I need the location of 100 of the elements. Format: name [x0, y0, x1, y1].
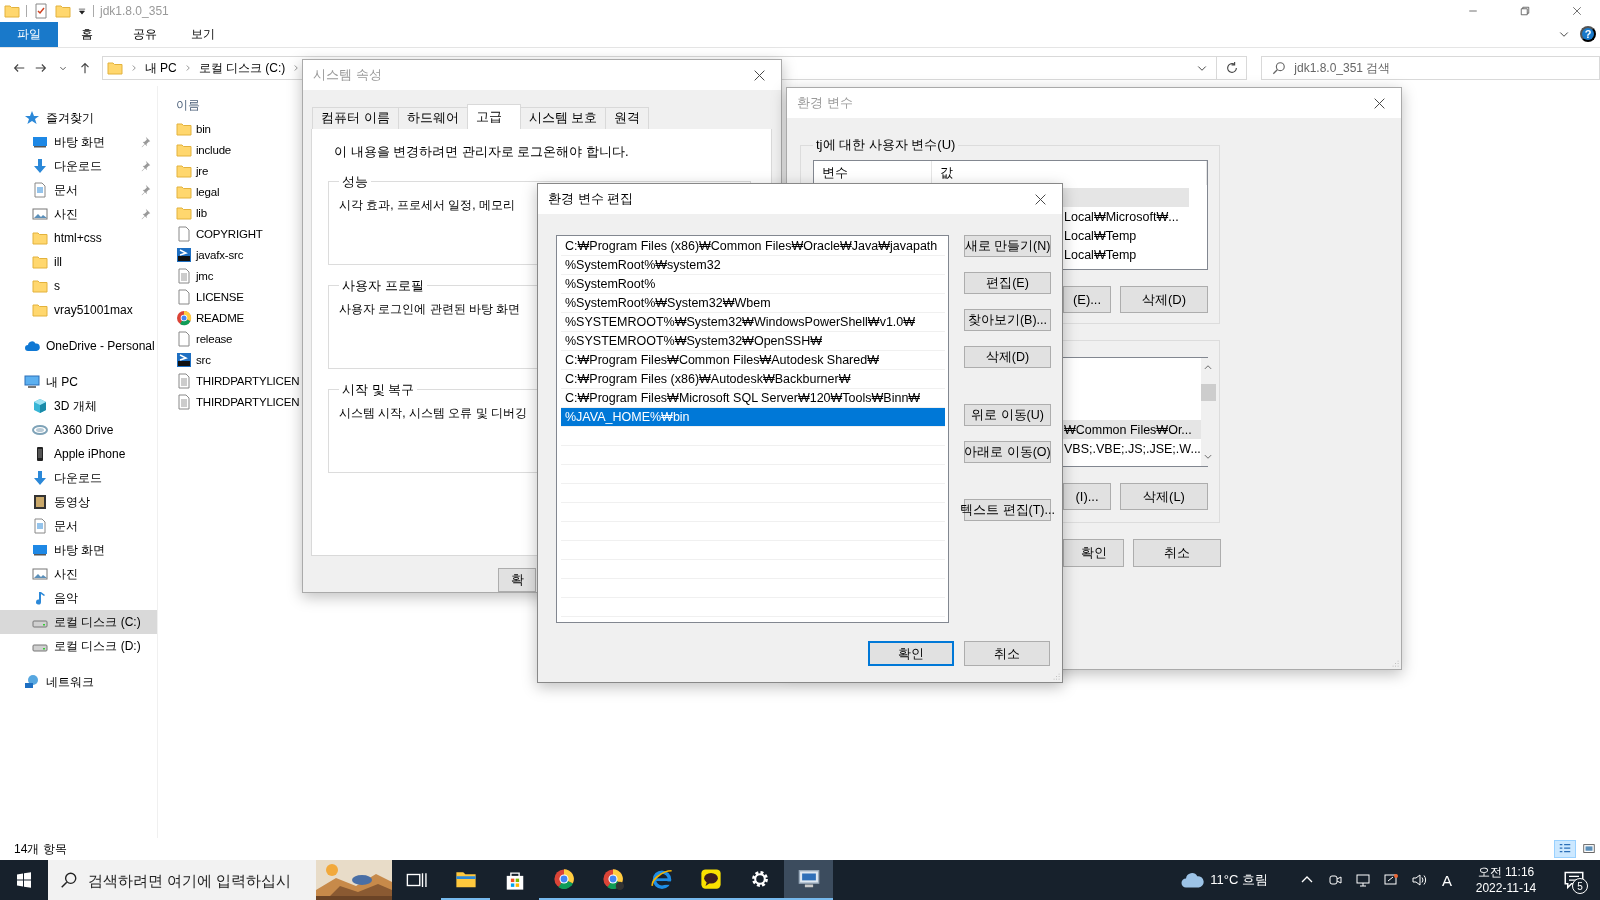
- file-name[interactable]: bin: [196, 122, 211, 135]
- close-icon: [752, 68, 766, 82]
- ribbon-tab[interactable]: 파일: [0, 22, 58, 47]
- nav-item[interactable]: 사진: [0, 562, 157, 586]
- dialog-button[interactable]: 아래로 이동(O): [964, 441, 1051, 463]
- file-name[interactable]: jre: [196, 164, 209, 177]
- search-input[interactable]: 검색하려면 여기에 입력하십시: [78, 870, 316, 890]
- help-button[interactable]: ?: [1580, 26, 1596, 42]
- refresh-button[interactable]: [1217, 56, 1248, 80]
- tab[interactable]: 고급: [466, 103, 521, 129]
- file-name[interactable]: COPYRIGHT: [196, 227, 263, 240]
- nav-item[interactable]: 문서: [0, 178, 157, 202]
- close-icon: [1571, 5, 1583, 17]
- nav-item[interactable]: 사진: [0, 202, 157, 226]
- nav-item[interactable]: 문서: [0, 514, 157, 538]
- list-item[interactable]: %SystemRoot%₩system32: [561, 256, 945, 275]
- notification-button[interactable]: 5: [1554, 860, 1594, 900]
- dialog-button[interactable]: 새로 만들기(N): [964, 235, 1051, 257]
- picture-icon: [32, 206, 48, 222]
- dialog-button[interactable]: 취소: [1133, 539, 1221, 567]
- file-name[interactable]: THIRDPARTYLICEN: [196, 395, 300, 408]
- list-item[interactable]: %SystemRoot%₩System32₩Wbem: [561, 294, 945, 313]
- list-item[interactable]: C:₩Program Files (x86)₩Common Files₩Oracle₩Java₩javapath: [561, 237, 945, 256]
- dialog-button[interactable]: 삭제(D): [1120, 286, 1208, 313]
- nav-item[interactable]: 다운로드: [0, 466, 157, 490]
- nav-item[interactable]: Apple iPhone: [0, 442, 157, 466]
- list-item[interactable]: %SystemRoot%: [561, 275, 945, 294]
- nav-item[interactable]: 즐겨찾기: [0, 106, 157, 130]
- refresh-icon: [1224, 61, 1239, 75]
- file-name[interactable]: lib: [196, 206, 207, 219]
- nav-item[interactable]: 로컬 디스크 (D:): [0, 634, 157, 658]
- nav-item[interactable]: A360 Drive: [0, 418, 157, 442]
- dialog-button[interactable]: (E)...: [1063, 286, 1111, 313]
- nav-item[interactable]: html+css: [0, 226, 157, 250]
- scrollbar-thumb[interactable]: [1200, 383, 1216, 401]
- group-label: tj에 대한 사용자 변수(U): [815, 136, 957, 154]
- nav-item[interactable]: 로컬 디스크 (C:): [0, 610, 157, 634]
- dropdown-icon: [77, 6, 87, 16]
- dialog-button[interactable]: 취소: [964, 641, 1050, 666]
- file-name[interactable]: THIRDPARTYLICEN: [196, 374, 300, 387]
- list-item[interactable]: %SYSTEMROOT%₩System32₩OpenSSH₩: [561, 332, 945, 351]
- nav-item[interactable]: OneDrive - Personal: [0, 334, 157, 358]
- ribbon-tab[interactable]: 공유: [116, 22, 174, 47]
- file-name[interactable]: README: [196, 311, 244, 324]
- list-item[interactable]: C:₩Program Files (x86)₩Autodesk₩Backburner₩: [561, 370, 945, 389]
- nav-item[interactable]: 네트워크: [0, 670, 157, 694]
- file-name[interactable]: javafx-src: [196, 248, 244, 261]
- chevron-down-icon: [1203, 452, 1214, 462]
- file-name[interactable]: src: [196, 353, 211, 366]
- nav-item[interactable]: vray51001max: [0, 298, 157, 322]
- tab[interactable]: 컴퓨터 이름: [312, 106, 399, 129]
- taskbar-search-field[interactable]: 검색하려면 여기에 입력하십시: [48, 860, 392, 900]
- dialog-button[interactable]: 찾아보기(B)...: [964, 309, 1051, 331]
- file-name[interactable]: legal: [196, 185, 220, 198]
- tab[interactable]: 원격: [605, 106, 650, 129]
- folder-icon: [32, 302, 48, 318]
- file-name[interactable]: LICENSE: [196, 290, 244, 303]
- list-item[interactable]: %JAVA_HOME%₩bin: [561, 408, 945, 427]
- nav-label: ill: [54, 255, 63, 269]
- dialog-button[interactable]: 편집(E): [964, 272, 1051, 294]
- breadcrumb[interactable]: 내 PC: [144, 59, 177, 77]
- ribbon-tab[interactable]: 홈: [58, 22, 116, 47]
- dialog-button[interactable]: 삭제(L): [1120, 483, 1208, 510]
- dialog-button[interactable]: 확인: [1063, 539, 1124, 567]
- nav-label: Apple iPhone: [54, 447, 127, 461]
- nav-label: 사진: [54, 565, 79, 583]
- nav-item[interactable]: 바탕 화면: [0, 130, 157, 154]
- nav-item[interactable]: 동영상: [0, 490, 157, 514]
- column-header[interactable]: 이름: [176, 96, 200, 114]
- file-name[interactable]: release: [196, 332, 233, 345]
- checklist-icon: [33, 3, 49, 19]
- nav-item[interactable]: 음악: [0, 586, 157, 610]
- nav-item[interactable]: ill: [0, 250, 157, 274]
- nav-label: 네트워크: [46, 673, 95, 691]
- list-item[interactable]: C:₩Program Files₩Common Files₩Autodesk Shared₩: [561, 351, 945, 370]
- nav-item[interactable]: 3D 개체: [0, 394, 157, 418]
- dialog-button[interactable]: 위로 이동(U): [964, 404, 1051, 426]
- dialog-button[interactable]: (I)...: [1063, 483, 1111, 510]
- search-field[interactable]: jdk1.8.0_351 검색: [1261, 56, 1600, 80]
- dialog-button[interactable]: 삭제(D): [964, 346, 1051, 368]
- file-name[interactable]: include: [196, 143, 232, 156]
- nav-item[interactable]: 바탕 화면: [0, 538, 157, 562]
- taskbar-app[interactable]: [784, 860, 833, 900]
- details-view-button[interactable]: [1554, 840, 1576, 858]
- weather-text[interactable]: 11°C 흐림: [1210, 871, 1268, 889]
- scrollbar[interactable]: [1200, 358, 1216, 466]
- input-indicator[interactable]: A: [1436, 871, 1458, 889]
- dialog-button[interactable]: 확인: [868, 641, 954, 666]
- breadcrumb[interactable]: 로컬 디스크 (C:): [198, 59, 286, 77]
- star-icon: [24, 110, 40, 126]
- dialog-button[interactable]: 확: [498, 568, 536, 592]
- nav-item[interactable]: 다운로드: [0, 154, 157, 178]
- monitor-icon: [797, 868, 820, 890]
- ribbon-tab[interactable]: 보기: [174, 22, 232, 47]
- nav-label: 로컬 디스크 (D:): [54, 637, 142, 655]
- clock[interactable]: 오전 11:16 2022-11-14: [1464, 864, 1548, 896]
- list-item[interactable]: %SYSTEMROOT%₩System32₩WindowsPowerShell₩v1.0₩: [561, 313, 945, 332]
- nav-item[interactable]: 내 PC: [0, 370, 157, 394]
- file-name[interactable]: jmc: [196, 269, 214, 282]
- nav-item[interactable]: s: [0, 274, 157, 298]
